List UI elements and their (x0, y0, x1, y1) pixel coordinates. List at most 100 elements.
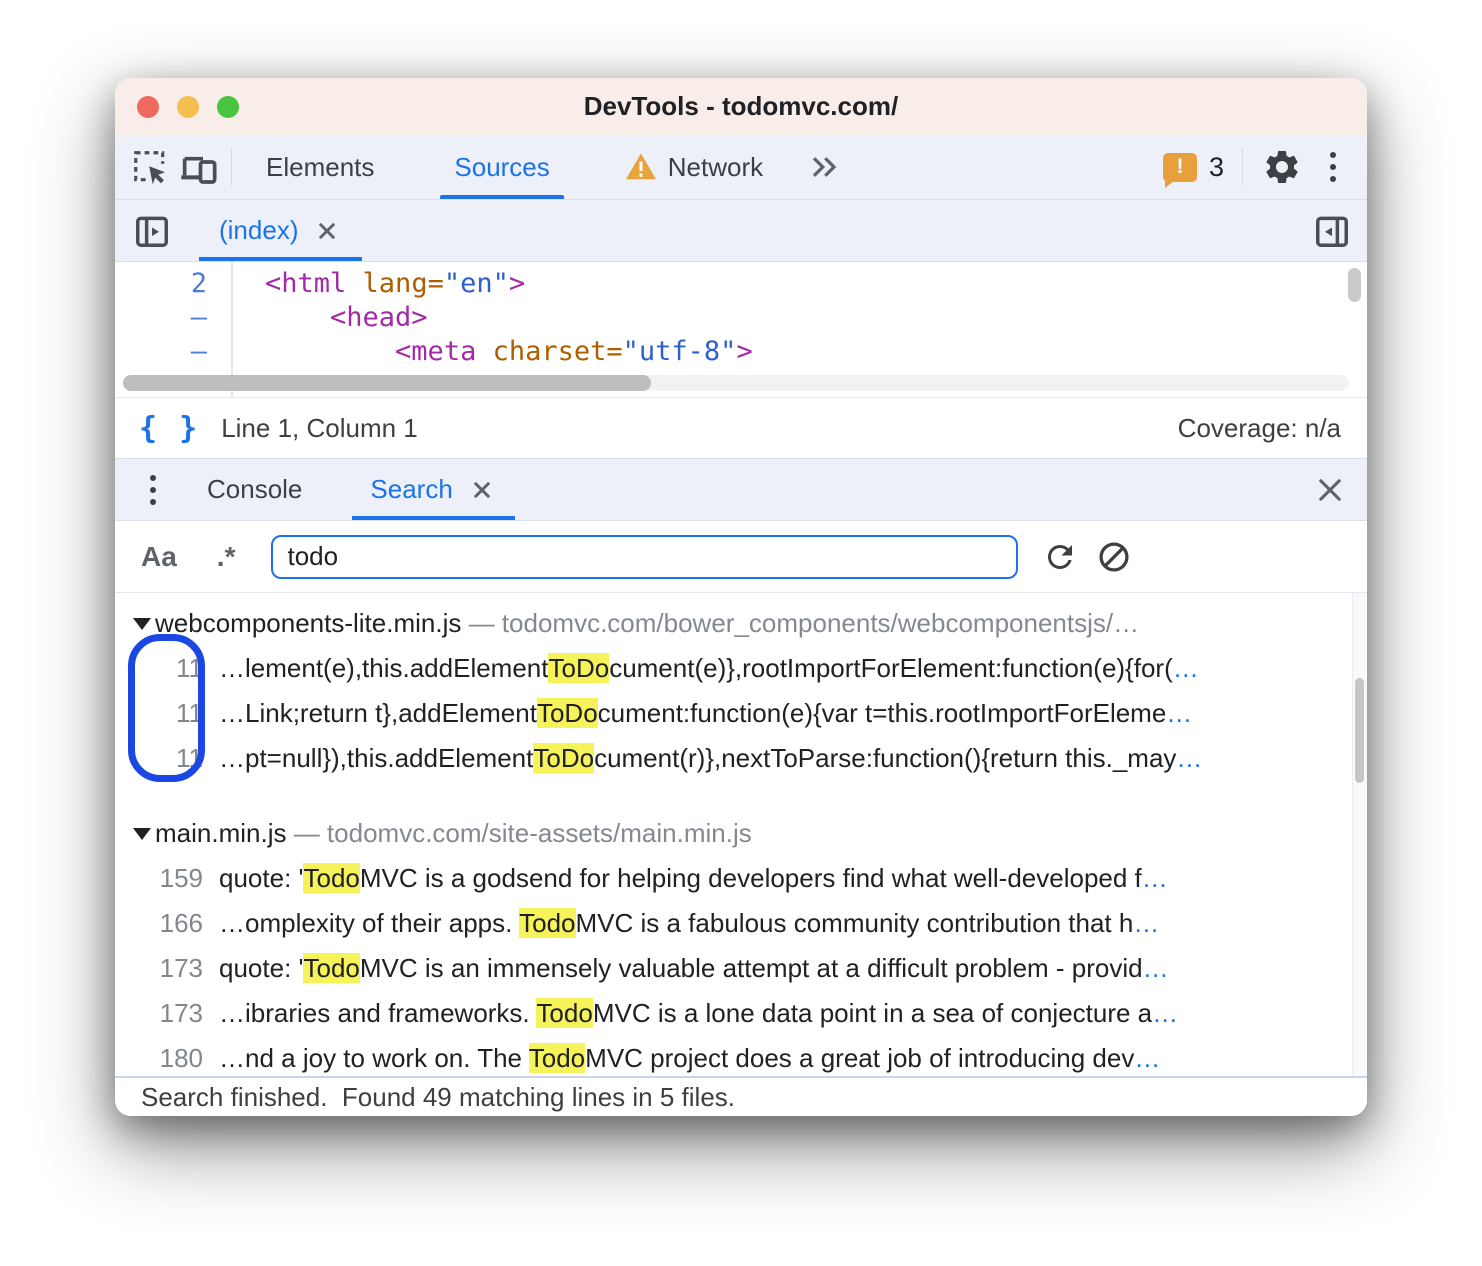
search-match-row[interactable]: 166…omplexity of their apps. TodoMVC is … (115, 901, 1367, 946)
devtools-window: DevTools - todomvc.com/ Elements Sources (115, 78, 1367, 1116)
close-drawer-icon[interactable] (1313, 473, 1347, 507)
search-match-row[interactable]: 11…pt=null}),this.addElementToDocument(r… (115, 736, 1367, 781)
close-search-tab-icon[interactable] (467, 475, 497, 505)
code-editor[interactable]: 2<html lang="en">– <head>– <meta charset… (115, 262, 1367, 397)
match-pre-text: …pt=null}),this.addElement (219, 743, 533, 773)
toolbar-divider-right (1242, 148, 1243, 186)
match-post-text: MVC is an immensely valuable attempt at … (360, 953, 1143, 983)
match-text: …pt=null}),this.addElementToDocument(r)}… (203, 743, 1202, 774)
tab-sources[interactable]: Sources (432, 135, 571, 199)
search-status-bar: Search finished. Found 49 matching lines… (115, 1076, 1367, 1116)
match-pre-text: …Link;return t},addElement (219, 698, 537, 728)
show-debugger-sidebar-icon[interactable] (1311, 210, 1353, 252)
search-results-list: webcomponents-lite.min.js — todomvc.com/… (115, 601, 1367, 1076)
clear-search-icon[interactable] (1094, 537, 1134, 577)
match-highlight: Todo (303, 863, 359, 893)
code-token-tag: <html (265, 268, 346, 299)
code-token-tag: > (509, 268, 525, 299)
code-content: <meta charset="utf-8"> (233, 336, 753, 367)
code-line[interactable]: – <head> (115, 300, 1367, 334)
drawer-tab-console[interactable]: Console (183, 459, 326, 520)
search-input[interactable] (271, 535, 1018, 579)
settings-gear-icon[interactable] (1261, 146, 1303, 188)
search-results: webcomponents-lite.min.js — todomvc.com/… (115, 593, 1367, 1076)
show-navigator-icon[interactable] (131, 210, 173, 252)
search-match-row[interactable]: 11…lement(e),this.addElementToDocument(e… (115, 646, 1367, 691)
code-content: <html lang="en"> (233, 268, 525, 299)
tab-network[interactable]: Network (602, 135, 785, 199)
search-match-row[interactable]: 180…nd a joy to work on. The TodoMVC pro… (115, 1036, 1367, 1076)
match-line-number: 11 (115, 743, 203, 774)
match-truncation-ellipsis: … (1176, 743, 1202, 773)
match-line-number: 173 (115, 998, 203, 1029)
code-token-attr: lang= (363, 268, 444, 299)
main-toolbar: Elements Sources Network ! 3 (115, 135, 1367, 200)
match-line-number: 11 (115, 698, 203, 729)
disclosure-triangle-icon (133, 618, 151, 630)
code-token-plain (265, 336, 395, 367)
match-text: …Link;return t},addElementToDocument:fun… (203, 698, 1192, 729)
disclosure-triangle-icon (133, 828, 151, 840)
match-truncation-ellipsis: … (1173, 653, 1199, 683)
editor-hscrollbar-thumb[interactable] (123, 375, 651, 391)
issues-badge-icon: ! (1163, 153, 1197, 182)
sources-tab-strip: (index) (115, 200, 1367, 262)
regex-toggle[interactable]: .* (217, 541, 236, 573)
toggle-device-toolbar-icon[interactable] (177, 146, 219, 188)
editor-vscrollbar-thumb[interactable] (1348, 268, 1361, 302)
match-highlight: ToDo (548, 653, 609, 683)
match-truncation-ellipsis: … (1152, 998, 1178, 1028)
match-case-toggle[interactable]: Aa (141, 541, 177, 573)
drawer-tab-search[interactable]: Search (346, 459, 520, 520)
drawer-menu-kebab-icon[interactable] (133, 470, 173, 510)
main-menu-kebab-icon[interactable] (1313, 147, 1353, 187)
tab-elements[interactable]: Elements (244, 135, 396, 199)
match-post-text: cument(e)},rootImportForElement:function… (609, 653, 1173, 683)
tab-network-label: Network (668, 152, 763, 183)
results-scrollbar-track[interactable] (1352, 593, 1367, 1076)
file-header-row[interactable]: main.min.js — todomvc.com/site-assets/ma… (115, 811, 1367, 856)
issues-count: 3 (1209, 152, 1224, 183)
search-match-row[interactable]: 11…Link;return t},addElementToDocument:f… (115, 691, 1367, 736)
code-line[interactable]: 2<html lang="en"> (115, 266, 1367, 300)
inspect-element-icon[interactable] (129, 146, 171, 188)
file-tab-index[interactable]: (index) (199, 200, 362, 261)
search-match-row[interactable]: 159quote: 'TodoMVC is a godsend for help… (115, 856, 1367, 901)
code-line[interactable]: – <meta charset="utf-8"> (115, 334, 1367, 368)
search-match-row[interactable]: 173quote: 'TodoMVC is an immensely valua… (115, 946, 1367, 991)
titlebar: DevTools - todomvc.com/ (115, 78, 1367, 135)
match-truncation-ellipsis: … (1142, 863, 1168, 893)
file-name: main.min.js (155, 818, 286, 849)
match-text: …omplexity of their apps. TodoMVC is a f… (203, 908, 1159, 939)
close-file-tab-icon[interactable] (312, 216, 342, 246)
match-highlight: ToDo (533, 743, 594, 773)
tab-elements-label: Elements (266, 152, 374, 183)
match-highlight: ToDo (537, 698, 598, 728)
code-token-val: "en" (444, 268, 509, 299)
pretty-print-icon[interactable]: { } (139, 411, 199, 446)
match-highlight: Todo (536, 998, 592, 1028)
match-pre-text: …lement(e),this.addElement (219, 653, 548, 683)
refresh-search-icon[interactable] (1040, 537, 1080, 577)
match-pre-text: …nd a joy to work on. The (219, 1043, 529, 1073)
coverage-status: Coverage: n/a (1178, 413, 1341, 444)
search-finished-status: Search finished. Found 49 matching lines… (141, 1082, 735, 1113)
code-token-plain (476, 336, 492, 367)
match-post-text: MVC project does a great job of introduc… (585, 1043, 1134, 1073)
cursor-position: Line 1, Column 1 (221, 413, 418, 444)
code-token-tag: > (736, 336, 752, 367)
match-truncation-ellipsis: … (1143, 953, 1169, 983)
drawer-tab-strip: Console Search (115, 458, 1367, 521)
code-token-plain (346, 268, 362, 299)
match-pre-text: …ibraries and frameworks. (219, 998, 536, 1028)
search-match-row[interactable]: 173…ibraries and frameworks. TodoMVC is … (115, 991, 1367, 1036)
code-token-tag: <meta (395, 336, 476, 367)
editor-lines: 2<html lang="en">– <head>– <meta charset… (115, 262, 1367, 368)
file-header-row[interactable]: webcomponents-lite.min.js — todomvc.com/… (115, 601, 1367, 646)
more-tabs-icon[interactable] (803, 146, 845, 188)
file-name: webcomponents-lite.min.js (155, 608, 461, 639)
match-post-text: MVC is a godsend for helping developers … (360, 863, 1142, 893)
results-scrollbar-thumb[interactable] (1355, 678, 1364, 783)
tab-sources-label: Sources (454, 152, 549, 183)
issues-indicator[interactable]: ! 3 (1163, 152, 1224, 183)
